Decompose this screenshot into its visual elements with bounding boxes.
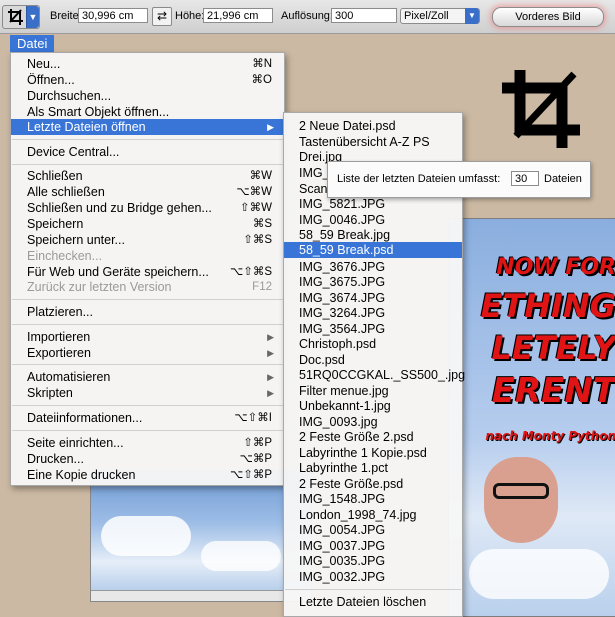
recent-files-count-label: Liste der letzten Dateien umfasst: (337, 173, 501, 185)
swap-dimensions-button[interactable]: ⇄ (152, 7, 172, 26)
select-arrow-icon: ▼ (465, 8, 479, 24)
recent-file-item[interactable]: 2 Feste Größe 2.psd (284, 429, 462, 445)
menu-item-revert: Zurück zur letzten Version F12 (27, 280, 272, 294)
recent-files-unit-label: Dateien (544, 173, 582, 185)
menu-item-save-for-web[interactable]: Für Web und Geräte speichern... ⌥⇧⌘S (11, 264, 284, 280)
menu-separator (12, 324, 283, 325)
resolution-field[interactable]: 300 (331, 8, 397, 23)
menu-separator (12, 364, 283, 365)
height-field[interactable]: 21,996 cm (203, 8, 273, 23)
submenu-arrow-icon: ▶ (267, 122, 274, 132)
recent-file-item[interactable]: IMG_0032.JPG (284, 569, 462, 585)
recent-file-item[interactable]: IMG_0046.JPG (284, 212, 462, 228)
submenu-arrow-icon: ▶ (267, 388, 274, 398)
recent-file-item[interactable]: IMG_5821.JPG (284, 196, 462, 212)
file-menu: Neu... ⌘N Öffnen... ⌘O Durchsuchen... Als … (10, 52, 285, 486)
menu-item-close[interactable]: Schließen ⌘W (11, 168, 284, 184)
recent-files-count-callout: Liste der letzten Dateien umfasst: 30 Da… (327, 161, 591, 198)
recent-file-item[interactable]: IMG_3564.JPG (284, 321, 462, 337)
recent-file-item[interactable]: IMG_1548.JPG (284, 491, 462, 507)
menu-item-device-central[interactable]: Device Central... (11, 144, 284, 160)
width-field[interactable]: 30,996 cm (78, 8, 148, 23)
height-label: Höhe: (175, 10, 205, 22)
poster-title-line: ETHING (480, 287, 615, 325)
recent-file-item[interactable]: 58_59 Break.jpg (284, 227, 462, 243)
menu-item-print[interactable]: Drucken... ⌥⌘P (11, 451, 284, 467)
menu-item-file-info[interactable]: Dateiinformationen... ⌥⇧⌘I (11, 410, 284, 426)
poster-title-line: NOW FOR (496, 255, 615, 280)
menu-item-automate[interactable]: Automatisieren ▶ (11, 369, 284, 385)
front-image-button[interactable]: Vorderes Bild (492, 7, 604, 27)
recent-file-item[interactable]: 51RQ0CCGKAL._SS500_.jpg (284, 367, 465, 383)
menu-item-open-recent[interactable]: Letzte Dateien öffnen ▶ (11, 119, 284, 135)
menu-item-scripts[interactable]: Skripten ▶ (11, 385, 284, 401)
menu-datei[interactable]: Datei (10, 35, 55, 52)
menu-item-import[interactable]: Importieren ▶ (11, 329, 284, 345)
menu-separator (12, 139, 283, 140)
recent-file-item[interactable]: IMG_0093.jpg (284, 414, 462, 430)
poster-document: NOW FOR ETHING LETELY ERENT nach Monty P… (448, 218, 615, 617)
recent-file-item[interactable]: Christoph.psd (284, 336, 462, 352)
submenu-arrow-icon: ▶ (267, 372, 274, 382)
menu-separator (12, 430, 283, 431)
menu-item-save-as[interactable]: Speichern unter... ⇧⌘S (11, 232, 284, 248)
menu-item-save[interactable]: Speichern ⌘S (11, 216, 284, 232)
document-status-bar (91, 590, 311, 601)
recent-file-item[interactable]: Unbekannt-1.jpg (284, 398, 462, 414)
menu-item-place[interactable]: Platzieren... (11, 304, 284, 320)
cloud-graphic (101, 516, 191, 556)
menu-separator (12, 164, 283, 165)
crop-icon (502, 70, 580, 148)
recent-file-item[interactable]: Filter menue.jpg (284, 383, 462, 399)
glasses-graphic (493, 483, 549, 499)
recent-file-item[interactable]: IMG_0035.JPG (284, 553, 462, 569)
menu-item-print-one-copy[interactable]: Eine Kopie drucken ⌥⇧⌘P (11, 467, 284, 483)
cloud-graphic (469, 549, 609, 599)
menu-item-open[interactable]: Öffnen... ⌘O (11, 72, 284, 88)
recent-file-item[interactable]: IMG_3675.JPG (284, 274, 462, 290)
poster-title-line: LETELY (491, 329, 615, 367)
recent-file-item[interactable]: IMG_0054.JPG (284, 522, 462, 538)
crop-icon (8, 9, 23, 25)
background-document (90, 470, 312, 602)
face-photo (484, 457, 558, 543)
recent-file-item[interactable]: 2 Feste Größe.psd (284, 476, 462, 492)
recent-file-item[interactable]: Tastenübersicht A-Z PS (284, 134, 462, 150)
menu-item-export[interactable]: Exportieren ▶ (11, 345, 284, 361)
cloud-graphic (201, 541, 281, 571)
menu-separator (12, 405, 283, 406)
resolution-label: Auflösung: (281, 10, 333, 22)
options-bar: ▼ Breite: 30,996 cm ⇄ Höhe: 21,996 cm Au… (0, 0, 615, 34)
menu-item-open-smart-object[interactable]: Als Smart Objekt öffnen... (11, 104, 284, 120)
recent-file-item[interactable]: Labyrinthe 1.pct (284, 460, 462, 476)
menu-item-new[interactable]: Neu... ⌘N (11, 56, 284, 72)
resolution-unit-select[interactable]: Pixel/Zoll ▼ (400, 8, 480, 24)
poster-title-line: ERENT (491, 371, 615, 411)
recent-files-count-field[interactable]: 30 (511, 171, 539, 186)
menu-item-browse[interactable]: Durchsuchen... (11, 88, 284, 104)
crop-tool-preset-button[interactable]: ▼ (2, 5, 40, 29)
menu-item-page-setup[interactable]: Seite einrichten... ⇧⌘P (11, 435, 284, 451)
menu-separator (12, 299, 283, 300)
resolution-unit-value: Pixel/Zoll (404, 10, 449, 22)
menu-item-check-in: Einchecken... (27, 249, 103, 263)
poster-byline: nach Monty Python (485, 429, 615, 443)
recent-file-item[interactable]: 2 Neue Datei.psd (284, 118, 462, 134)
submenu-arrow-icon: ▶ (267, 348, 274, 358)
menu-item-close-go-bridge[interactable]: Schließen und zu Bridge gehen... ⇧⌘W (11, 200, 284, 216)
recent-file-item[interactable]: IMG_0037.JPG (284, 538, 462, 554)
chevron-down-icon[interactable]: ▼ (26, 6, 39, 28)
recent-file-item[interactable]: Doc.psd (284, 352, 462, 368)
recent-file-item[interactable]: IMG_3264.JPG (284, 305, 462, 321)
menu-item-close-all[interactable]: Alle schließen ⌥⌘W (11, 184, 284, 200)
recent-file-item[interactable]: London_1998_74.jpg (284, 507, 462, 523)
submenu-arrow-icon: ▶ (267, 332, 274, 342)
recent-file-item[interactable]: IMG_3674.JPG (284, 290, 462, 306)
clear-recent-files-item[interactable]: Letzte Dateien löschen (284, 594, 462, 610)
recent-file-item[interactable]: IMG_3676.JPG (284, 259, 462, 275)
menu-separator (285, 589, 461, 590)
recent-file-item[interactable]: Labyrinthe 1 Kopie.psd (284, 445, 462, 461)
recent-file-item-selected[interactable]: 58_59 Break.psd (284, 242, 462, 258)
